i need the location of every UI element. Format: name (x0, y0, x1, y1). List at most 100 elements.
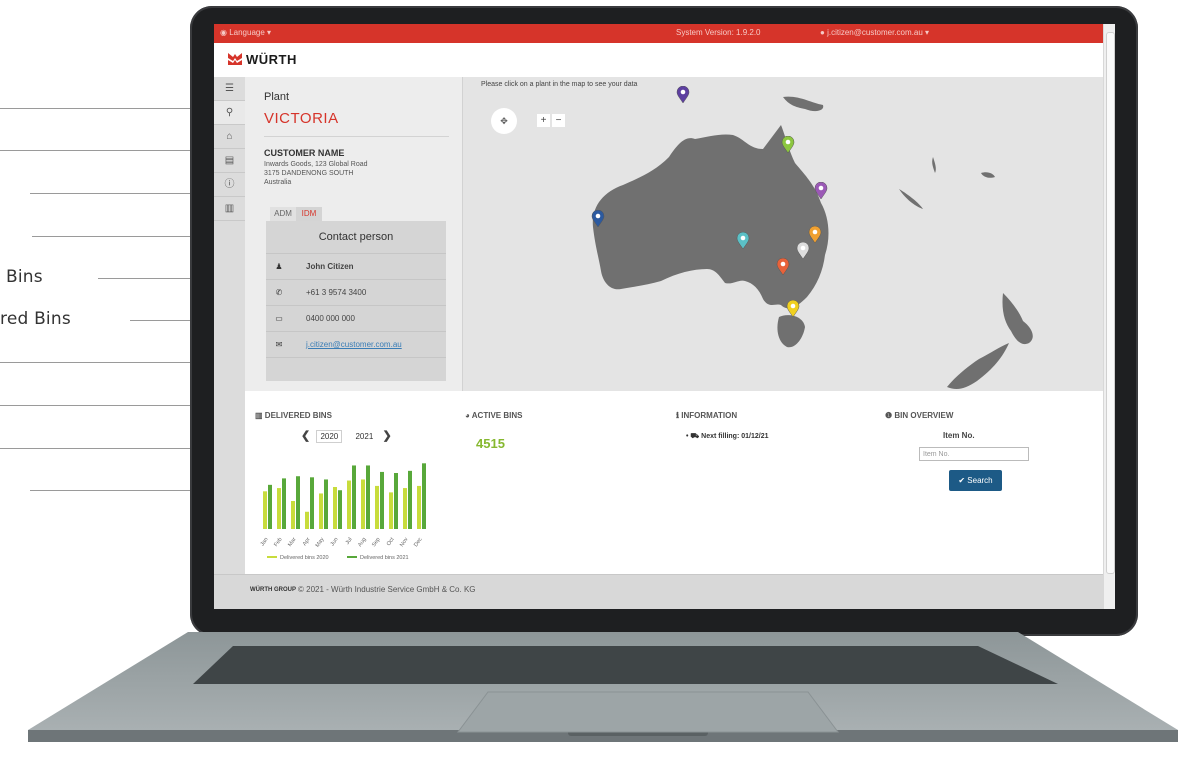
next-filling-text: Next filling: 01/12/21 (701, 433, 769, 440)
bar-may-2020 (319, 493, 323, 529)
bin-overview-title: ❶ BIN OVERVIEW (885, 411, 953, 420)
brand-bar: WÜRTH (214, 43, 1103, 78)
tab-adm[interactable]: ADM (270, 207, 296, 221)
bar-jun-2021 (338, 490, 342, 529)
bar-sep-2020 (375, 485, 379, 529)
item-no-input[interactable] (919, 447, 1029, 461)
next-filling-info: • ⛟ Next filling: 01/12/21 (686, 433, 769, 440)
bar-chart-icon: ▥ (255, 411, 263, 420)
prev-year-chevron-icon[interactable]: ❮ (301, 430, 310, 442)
plant-name: VICTORIA (264, 110, 339, 127)
group-logo: WÜRTH GROUP (250, 587, 296, 593)
callout-text: Bins (6, 267, 43, 287)
bar-mar-2021 (296, 476, 300, 529)
bin-overview-title-text: BIN OVERVIEW (894, 411, 954, 420)
bar-dec-2021 (422, 463, 426, 529)
address-line: Inwards Goods, 123 Global Road (264, 161, 368, 168)
map-pin-icon[interactable] (776, 258, 790, 276)
bar-jun-2020 (333, 487, 337, 529)
bar-oct-2020 (389, 492, 393, 529)
map-pin-icon[interactable] (786, 300, 800, 318)
check-icon: ✔ (958, 476, 966, 485)
legend-label: Delivered bins 2020 (280, 555, 329, 561)
search-button[interactable]: ✔ Search (949, 470, 1002, 491)
zoom-out-button[interactable]: − (552, 114, 565, 127)
contact-phone: +61 3 9574 3400 (306, 288, 367, 297)
dashboard-widgets: ▥ DELIVERED BINS ❮ 2020 2021 ❯ Jan Feb Mar… (245, 391, 1103, 574)
tasmania-landmass (777, 315, 805, 348)
bar-apr-2020 (305, 511, 309, 529)
search-icon[interactable]: ⚲ (214, 101, 245, 125)
bar-may-2021 (324, 479, 328, 529)
callout-text: red Bins (0, 309, 71, 329)
contact-email-link[interactable]: j.citizen@customer.com.au (306, 332, 402, 357)
bar-aug-2020 (361, 479, 365, 529)
laptop-base (28, 632, 1178, 748)
document-icon[interactable]: ▤ (214, 149, 245, 173)
user-menu[interactable]: ● j.citizen@customer.com.au ▾ (820, 28, 929, 37)
information-title-text: INFORMATION (681, 411, 738, 420)
bar-mar-2020 (291, 501, 295, 529)
year-option[interactable]: 2021 (352, 431, 376, 442)
callout-line (98, 278, 196, 279)
map-pin-icon[interactable] (796, 242, 810, 260)
divider (264, 136, 449, 137)
plant-map[interactable]: Please click on a plant in the map to se… (463, 77, 1103, 391)
map-pin-icon[interactable] (591, 210, 605, 228)
information-title: ℹ INFORMATION (676, 411, 737, 420)
callout-line (0, 448, 196, 449)
map-pin-icon[interactable] (781, 136, 795, 154)
delivered-bins-title: ▥ DELIVERED BINS (255, 411, 332, 420)
delivered-bins-title-text: DELIVERED BINS (264, 411, 332, 420)
map-hint: Please click on a plant in the map to se… (481, 81, 638, 88)
page-scrollbar[interactable] (1103, 24, 1115, 609)
next-year-chevron-icon[interactable]: ❯ (383, 430, 392, 442)
address-line: Australia (264, 179, 292, 186)
sidebar: ☰ ⚲ ⌂ ▤ ⓘ ▥ (214, 77, 246, 574)
active-bins-title-text: ACTIVE BINS (471, 411, 523, 420)
info-circle-icon: ❶ (885, 411, 893, 420)
footer: WÜRTH GROUP © 2021 - Würth Industrie Ser… (214, 574, 1103, 609)
x-tick-label: Aug (357, 537, 368, 548)
menu-icon[interactable]: ☰ (214, 77, 245, 101)
user-email: j.citizen@customer.com.au (827, 28, 923, 37)
callout-line (0, 405, 196, 406)
contact-row-mobile: ▭ 0400 000 000 (266, 306, 446, 332)
zoom-in-button[interactable]: + (537, 114, 550, 127)
new-caledonia-island (899, 189, 923, 209)
x-tick-label: Sep (371, 537, 382, 548)
year-navigator: ❮ 2020 2021 ❯ (301, 429, 392, 443)
contact-row-email: ✉ j.citizen@customer.com.au (266, 332, 446, 358)
brand-name: WÜRTH (246, 52, 297, 67)
bar-jul-2021 (352, 465, 356, 529)
language-label: Language (229, 28, 265, 37)
year-option[interactable]: 2020 (316, 430, 343, 443)
tab-idm[interactable]: IDM (296, 207, 322, 221)
pan-control-icon[interactable]: ✥ (491, 108, 517, 134)
callout-line (30, 490, 196, 491)
person-icon: ♟ (275, 262, 283, 271)
chart-icon[interactable]: ▥ (214, 197, 245, 221)
language-menu[interactable]: ◉ Language ▾ (220, 28, 271, 37)
x-tick-label: Mar (287, 537, 297, 548)
pie-chart-icon: ◕ (465, 411, 470, 420)
callout-line (30, 193, 196, 194)
bar-nov-2020 (403, 488, 407, 529)
info-icon[interactable]: ⓘ (214, 173, 245, 197)
map-pin-icon[interactable] (814, 182, 828, 200)
phone-icon: ✆ (275, 288, 283, 297)
home-icon[interactable]: ⌂ (214, 125, 245, 149)
bar-jan-2020 (263, 491, 267, 529)
bar-feb-2020 (277, 488, 281, 529)
map-pin-icon[interactable] (676, 86, 690, 104)
contact-card: Contact person ♟ John Citizen ✆ +61 3 95… (266, 221, 446, 381)
map-pin-icon[interactable] (736, 232, 750, 250)
map-pin-icon[interactable] (808, 226, 822, 244)
bar-dec-2020 (417, 485, 421, 529)
callout-line (130, 320, 196, 321)
small-island (981, 172, 995, 178)
callout-line (0, 362, 196, 363)
scrollbar-thumb[interactable] (1106, 32, 1115, 574)
contact-row-name: ♟ John Citizen (266, 254, 446, 280)
new-zealand-south-island (947, 343, 1009, 389)
